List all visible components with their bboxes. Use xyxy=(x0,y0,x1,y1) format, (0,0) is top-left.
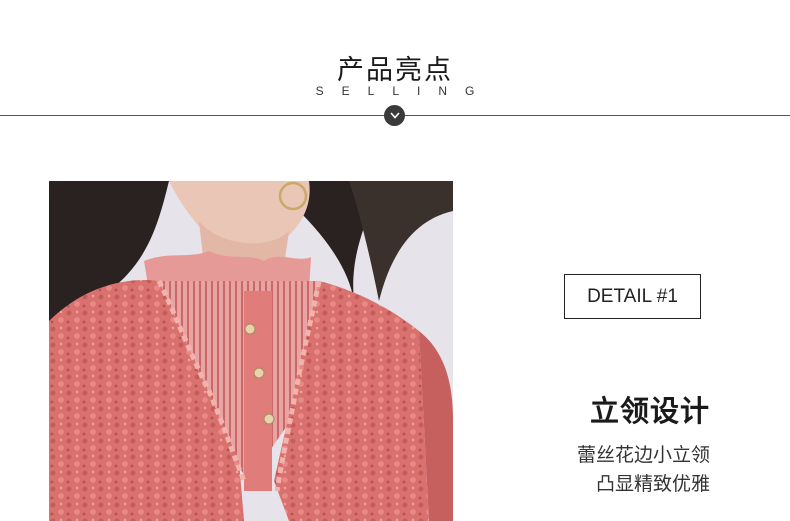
feature-description-line-1: 蕾丝花边小立领 xyxy=(576,444,710,466)
section-subtitle: SELLING xyxy=(315,84,493,98)
chevron-badge xyxy=(384,105,405,126)
section-title: 产品亮点 xyxy=(337,55,453,86)
detail-badge: DETAIL #1 xyxy=(564,274,701,319)
feature-description-line-2: 凸显精致优雅 xyxy=(595,473,710,495)
product-photo-illustration xyxy=(49,181,453,521)
feature-title: 立领设计 xyxy=(589,394,710,428)
product-photo xyxy=(49,181,453,521)
chevron-down-icon xyxy=(389,112,400,119)
